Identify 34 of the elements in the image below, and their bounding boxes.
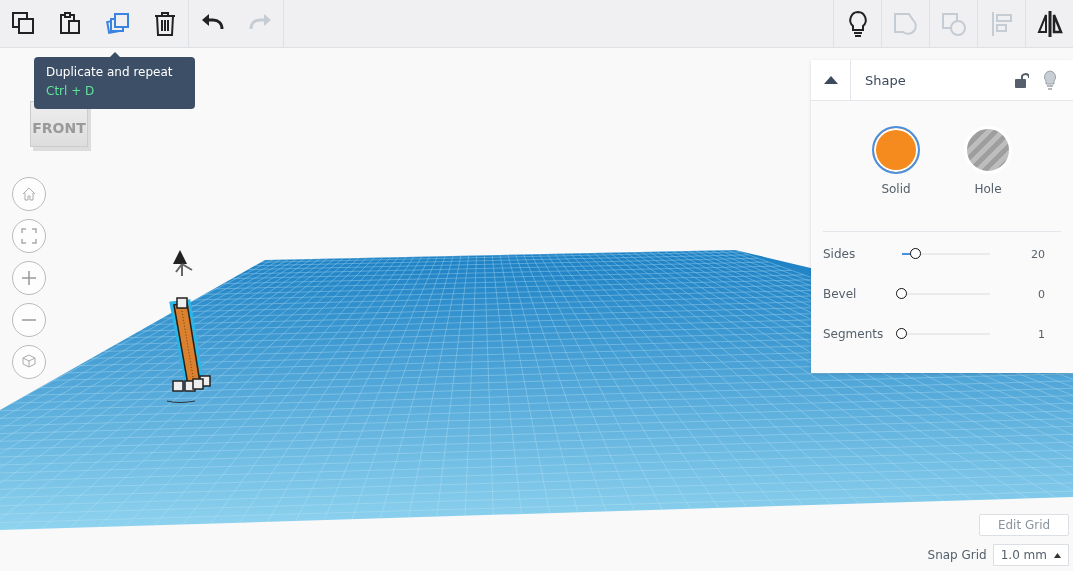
duplicate-icon: [104, 10, 131, 37]
slider-thumb[interactable]: [896, 328, 907, 339]
caret-icon: [1054, 552, 1061, 558]
type-label: Hole: [974, 182, 1002, 196]
slider-thumb[interactable]: [910, 248, 921, 259]
home-icon: [21, 186, 37, 202]
slider-value: 20: [1030, 247, 1046, 261]
type-label: Solid: [881, 182, 911, 196]
mirror-icon: [1035, 9, 1064, 38]
copy-icon: [10, 10, 37, 37]
fit-icon: [21, 228, 37, 244]
minus-icon: [21, 319, 37, 321]
snap-grid-dropdown[interactable]: 1.0 mm: [992, 544, 1069, 566]
slider-thumb[interactable]: [896, 288, 907, 299]
tooltip-shortcut: Ctrl + D: [46, 83, 96, 99]
zoom-out-button[interactable]: [12, 303, 46, 337]
slider-value: 1: [1037, 327, 1046, 341]
padlock-icon[interactable]: [1015, 71, 1029, 89]
edit-grid-button[interactable]: Edit Grid: [979, 514, 1069, 536]
solid-swatch[interactable]: [872, 126, 920, 174]
hole-swatch[interactable]: [964, 126, 1012, 174]
slider-label: Sides: [823, 247, 857, 261]
cube-icon: [21, 354, 37, 370]
plus-icon: [21, 270, 37, 286]
home-view-button[interactable]: [12, 177, 46, 211]
zoom-in-button[interactable]: [12, 261, 46, 295]
slider-value: 0: [1037, 287, 1046, 301]
slider-label: Segments: [823, 327, 885, 341]
lightbulb-icon[interactable]: [1043, 70, 1057, 90]
slider-label: Bevel: [823, 287, 858, 301]
panel-title: Shape: [865, 72, 907, 88]
snap-grid-label: Snap Grid: [927, 548, 987, 562]
tooltip-title: Duplicate and repeat: [46, 64, 174, 80]
caret-icon: [823, 76, 838, 84]
